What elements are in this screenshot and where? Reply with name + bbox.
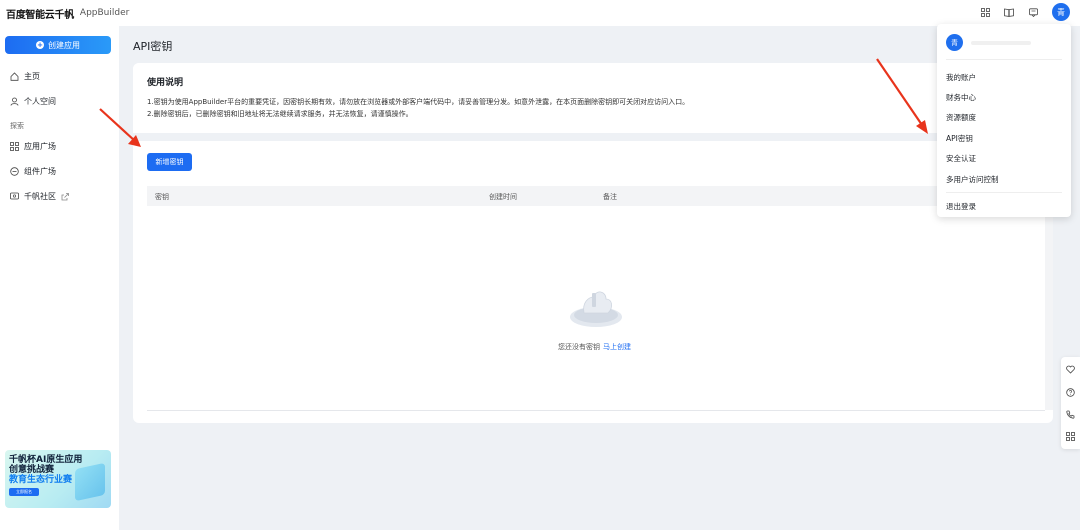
product-name: AppBuilder <box>79 8 130 18</box>
community-icon <box>10 192 19 200</box>
top-bar: 百度智能云千帆 AppBuilder 青 <box>0 0 1080 26</box>
docs-book-icon[interactable] <box>1004 7 1014 17</box>
promo-banner[interactable]: 千帆杯AI原生应用 创意挑战赛 教育生态行业赛 立即报名 <box>5 450 111 508</box>
menu-item-resource-quota[interactable]: 资源额度 <box>946 112 976 123</box>
brand-logo[interactable]: 百度智能云千帆 <box>6 6 74 21</box>
create-now-link[interactable]: 马上创建 <box>603 343 631 351</box>
apps-grid-icon[interactable] <box>1066 432 1075 441</box>
instructions-title: 使用说明 <box>147 78 184 88</box>
sidebar-item-label: 主页 <box>24 72 40 81</box>
dropdown-divider <box>946 59 1062 60</box>
instructions-line: 2.删除密钥后，已删除密钥和旧地址将无法继续请求服务，并无法恢复，请谨慎操作。 <box>147 110 413 118</box>
empty-state-text: 您还没有密钥 马上创建 <box>558 342 631 352</box>
table-header: 密钥 创建时间 备注 <box>147 186 1045 206</box>
sidebar-item-component-plaza[interactable]: 组件广场 <box>10 166 56 177</box>
column-key: 密钥 <box>155 193 169 201</box>
menu-item-security-auth[interactable]: 安全认证 <box>946 153 976 164</box>
phone-icon[interactable] <box>1066 410 1075 419</box>
sidebar-item-personal-space[interactable]: 个人空间 <box>10 96 56 107</box>
sidebar-item-community[interactable]: 千帆社区 <box>10 191 70 202</box>
sidebar-item-label: 应用广场 <box>24 142 56 151</box>
page-title: API密钥 <box>133 40 173 53</box>
table-scrollbar[interactable] <box>1045 186 1053 410</box>
usage-instructions: 使用说明 1.密钥为使用AppBuilder平台的重要凭证，因密钥长期有效，请勿… <box>133 63 1053 133</box>
home-icon <box>10 72 19 81</box>
sidebar-item-app-plaza[interactable]: 应用广场 <box>10 141 56 152</box>
section-divider <box>133 133 1053 141</box>
menu-item-finance-center[interactable]: 财务中心 <box>946 92 976 103</box>
column-remark: 备注 <box>603 193 617 201</box>
message-icon[interactable] <box>1028 7 1038 17</box>
empty-state-illustration <box>570 291 622 327</box>
help-question-icon[interactable] <box>1066 388 1075 397</box>
dropdown-divider <box>946 192 1062 193</box>
user-avatar[interactable]: 青 <box>1052 3 1070 21</box>
menu-item-my-account[interactable]: 我的账户 <box>946 72 976 83</box>
account-dropdown: 青 我的账户 财务中心 资源额度 API密钥 安全认证 多用户访问控制 退出登录 <box>937 24 1071 217</box>
sidebar-item-label: 千帆社区 <box>24 192 56 201</box>
table-bottom-border <box>147 410 1045 411</box>
dropdown-avatar: 青 <box>946 34 963 51</box>
component-icon <box>10 167 19 176</box>
instructions-line: 1.密钥为使用AppBuilder平台的重要凭证，因密钥长期有效，请勿放在浏览器… <box>147 98 690 106</box>
column-created-time: 创建时间 <box>489 193 517 201</box>
external-link-icon <box>61 193 69 201</box>
feedback-heart-icon[interactable] <box>1066 365 1075 374</box>
grid-icon <box>10 142 19 151</box>
create-app-button[interactable]: + 创建应用 <box>5 36 111 54</box>
new-key-button[interactable]: 新增密钥 <box>147 153 192 171</box>
sidebar-item-home[interactable]: 主页 <box>10 71 40 82</box>
account-name-redacted <box>971 41 1031 45</box>
apps-grid-icon[interactable] <box>980 7 990 17</box>
create-app-label: 创建应用 <box>48 40 80 50</box>
banner-signup-button[interactable]: 立即报名 <box>9 488 39 496</box>
plus-icon: + <box>36 41 44 49</box>
menu-item-logout[interactable]: 退出登录 <box>946 201 976 212</box>
sidebar-item-label: 个人空间 <box>24 97 56 106</box>
user-icon <box>10 97 19 106</box>
sidebar-item-label: 组件广场 <box>24 167 56 176</box>
floating-toolbar <box>1061 357 1080 449</box>
banner-line-1: 千帆杯AI原生应用 <box>9 455 83 465</box>
sidebar-section-explore: 探索 <box>10 122 24 130</box>
menu-item-api-key[interactable]: API密钥 <box>946 133 973 144</box>
empty-message: 您还没有密钥 <box>558 343 600 351</box>
sidebar: + 创建应用 主页 个人空间 探索 应用广场 组件广场 千帆社区 千帆杯AI原生… <box>0 26 119 530</box>
banner-illustration <box>75 462 105 502</box>
menu-item-multi-user-access[interactable]: 多用户访问控制 <box>946 174 999 185</box>
